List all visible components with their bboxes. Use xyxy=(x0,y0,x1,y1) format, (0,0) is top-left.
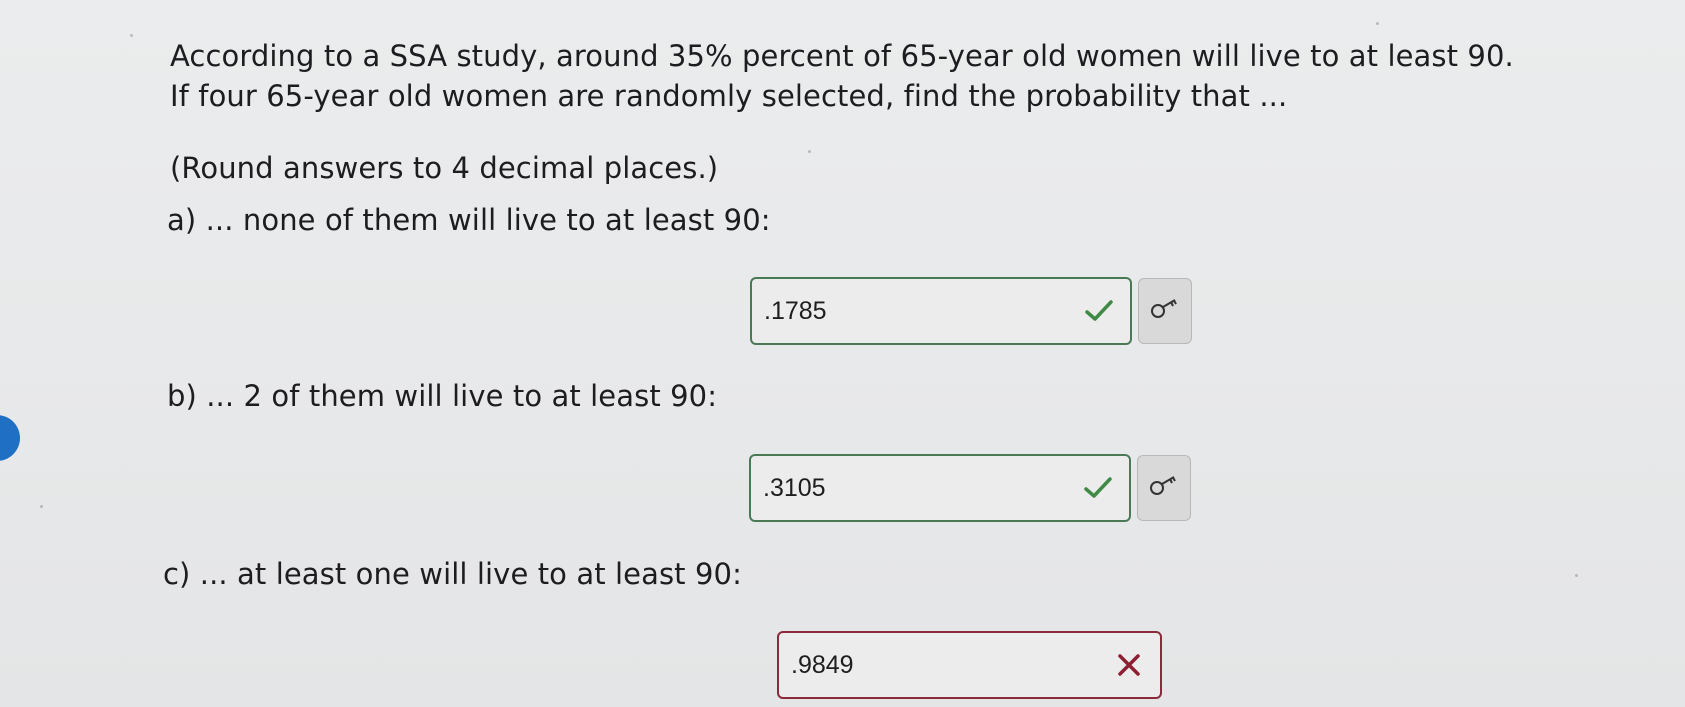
part-a-answer-field[interactable]: .1785 xyxy=(750,277,1132,345)
part-b-key-button[interactable] xyxy=(1137,455,1191,521)
checkmark-icon xyxy=(1082,294,1116,328)
screen-speck xyxy=(1376,22,1379,25)
checkmark-icon xyxy=(1081,471,1115,505)
part-c-label: c) ... at least one will live to at leas… xyxy=(163,557,742,591)
part-b-label: b) ... 2 of them will live to at least 9… xyxy=(167,379,718,413)
question-text-line-2: If four 65-year old women are randomly s… xyxy=(170,79,1288,113)
part-c-answer-value: .9849 xyxy=(791,650,854,679)
part-a-answer-value: .1785 xyxy=(764,296,827,325)
part-b-answer-field[interactable]: .3105 xyxy=(749,454,1131,522)
screen-speck xyxy=(808,150,811,153)
part-a-key-button[interactable] xyxy=(1138,278,1192,344)
part-b-answer-value: .3105 xyxy=(763,473,826,502)
question-text-line-1: According to a SSA study, around 35% per… xyxy=(170,39,1514,73)
key-icon xyxy=(1149,297,1181,325)
part-c-answer-field[interactable]: .9849 xyxy=(777,631,1162,699)
side-tab[interactable] xyxy=(0,415,20,461)
question-page: According to a SSA study, around 35% per… xyxy=(0,0,1685,707)
screen-speck xyxy=(1575,574,1578,577)
key-icon xyxy=(1148,474,1180,502)
x-mark-icon xyxy=(1112,648,1146,682)
screen-speck xyxy=(40,505,43,508)
screen-speck xyxy=(130,34,133,37)
part-a-label: a) ... none of them will live to at leas… xyxy=(167,203,771,237)
rounding-instruction: (Round answers to 4 decimal places.) xyxy=(170,151,719,185)
